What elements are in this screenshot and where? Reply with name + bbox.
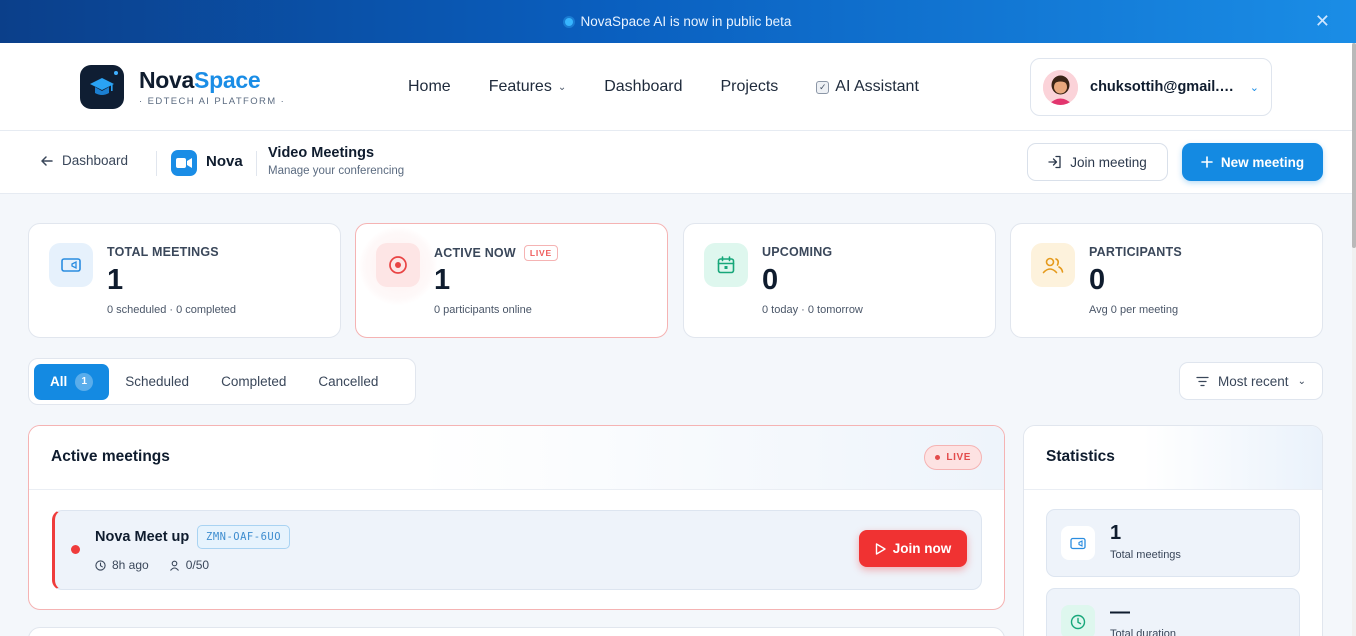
stat-value: 0: [762, 264, 779, 296]
stat-subtext: Avg 0 per meeting: [1089, 304, 1179, 316]
back-to-dashboard[interactable]: Dashboard: [40, 153, 128, 168]
banner-text: NovaSpace AI is now in public beta: [580, 14, 792, 29]
stat-value: 0: [1089, 264, 1106, 296]
graduation-cap-icon: [90, 78, 114, 95]
beta-dot-icon: [564, 17, 573, 26]
meeting-meta: 8h ago 0/50: [95, 558, 209, 572]
avatar: [1043, 69, 1078, 105]
nav-projects[interactable]: Projects: [721, 78, 779, 96]
live-dot-icon: [71, 545, 80, 554]
stat-label: Total meetings: [1110, 549, 1181, 561]
panel-title: Active meetings: [51, 448, 170, 465]
calendar-icon: [704, 243, 748, 287]
video-camera-icon: [171, 150, 197, 176]
stat-total-meetings: 1 Total meetings: [1046, 509, 1300, 577]
nav-home[interactable]: Home: [408, 78, 451, 96]
meeting-participants: 0/50: [185, 558, 210, 572]
tab-completed[interactable]: Completed: [205, 364, 302, 400]
filter-lines-icon: [1196, 376, 1209, 386]
filter-tabs: All 1 Scheduled Completed Cancelled: [28, 358, 416, 405]
meetings-list-panel: [28, 627, 1005, 636]
stat-label: ACTIVE NOW LIVE: [434, 245, 558, 261]
stat-total-duration: — Total duration: [1046, 588, 1300, 636]
join-now-button[interactable]: Join now: [859, 530, 967, 567]
play-icon: [875, 542, 886, 555]
users-icon: [1031, 243, 1075, 287]
tab-cancelled[interactable]: Cancelled: [302, 364, 394, 400]
close-icon[interactable]: ✕: [1315, 11, 1330, 32]
page-toolbar: Dashboard Nova Video Meetings Manage you…: [0, 131, 1352, 194]
app-label: Nova: [206, 153, 243, 170]
join-meeting-button[interactable]: Join meeting: [1027, 143, 1168, 181]
chevron-down-icon: ⌄: [557, 81, 567, 93]
new-meeting-button[interactable]: New meeting: [1182, 143, 1323, 181]
brand: NovaSpace · EDTECH AI PLATFORM ·: [139, 67, 285, 107]
nav-ai-assistant[interactable]: ✓ AI Assistant: [816, 78, 919, 96]
stat-value: —: [1110, 601, 1130, 623]
panel-header: Statistics: [1024, 426, 1322, 490]
sort-dropdown[interactable]: Most recent ⌄: [1179, 362, 1323, 400]
logo-spark-icon: [112, 69, 120, 77]
checkbox-icon: ✓: [816, 80, 830, 94]
stat-subtext: 0 today · 0 tomorrow: [762, 304, 863, 316]
tab-scheduled[interactable]: Scheduled: [109, 364, 205, 400]
login-icon: [1048, 155, 1061, 169]
nav-features[interactable]: Features ⌄: [489, 78, 567, 96]
stat-subtext: 0 scheduled · 0 completed: [107, 304, 237, 316]
panel-header: Active meetings LIVE: [29, 426, 1004, 490]
page-scrollbar[interactable]: [1352, 43, 1356, 636]
plus-icon: [1201, 156, 1213, 168]
stat-label: PARTICIPANTS: [1089, 245, 1182, 259]
statistics-panel: Statistics 1 Total meetings — Total dura…: [1023, 425, 1323, 636]
count-badge: 1: [75, 372, 94, 391]
page-subtitle: Manage your conferencing: [268, 165, 405, 177]
stat-label: Total duration: [1110, 628, 1177, 636]
meeting-time: 8h ago: [112, 558, 149, 572]
arrow-left-icon: [41, 155, 53, 166]
brand-tagline: · EDTECH AI PLATFORM ·: [139, 96, 286, 107]
chevron-down-icon: ⌄: [1297, 375, 1306, 387]
live-tag: LIVE: [523, 245, 558, 261]
divider: [156, 151, 157, 176]
stat-card-participants: PARTICIPANTS 0 Avg 0 per meeting: [1010, 223, 1323, 338]
tab-all[interactable]: All 1: [34, 363, 110, 400]
live-badge: LIVE: [924, 445, 982, 470]
logo[interactable]: [80, 65, 124, 109]
meeting-row[interactable]: Nova Meet up ZMN-OAF-6UO 8h ago 0/50 Joi…: [52, 510, 982, 590]
live-dot-icon: [935, 455, 941, 460]
stat-value: 1: [107, 264, 124, 296]
nav-dashboard[interactable]: Dashboard: [604, 78, 682, 96]
stat-subtext: 0 participants online: [434, 304, 532, 316]
target-icon: [376, 243, 420, 287]
panel-title: Statistics: [1046, 448, 1115, 465]
stat-card-total-meetings: TOTAL MEETINGS 1 0 scheduled · 0 complet…: [28, 223, 341, 338]
video-icon: [1061, 526, 1095, 560]
page-title: Video Meetings: [268, 145, 375, 161]
user-menu[interactable]: chuksottih@gmail.com ⌄: [1030, 58, 1272, 116]
stat-card-upcoming: UPCOMING 0 0 today · 0 tomorrow: [683, 223, 996, 338]
stat-value: 1: [434, 264, 451, 296]
main-nav: Home Features ⌄ Dashboard Projects ✓ AI As…: [408, 43, 919, 131]
chevron-down-icon: ⌄: [1249, 81, 1259, 94]
top-header: NovaSpace · EDTECH AI PLATFORM · Home Fe…: [0, 43, 1352, 131]
meeting-code[interactable]: ZMN-OAF-6UO: [197, 525, 291, 549]
clock-icon: [95, 559, 106, 571]
brand-name: NovaSpace: [139, 67, 261, 93]
stat-value: 1: [1110, 522, 1122, 544]
user-icon: [169, 560, 179, 571]
announcement-banner: NovaSpace AI is now in public beta ✕: [0, 0, 1356, 43]
stat-card-active-now: ACTIVE NOW LIVE 1 0 participants online: [355, 223, 668, 338]
meeting-name: Nova Meet up: [95, 529, 190, 545]
active-meetings-panel: Active meetings LIVE Nova Meet up ZMN-OA…: [28, 425, 1005, 610]
user-email: chuksottih@gmail.com: [1090, 79, 1238, 95]
stat-label: TOTAL MEETINGS: [107, 245, 219, 259]
video-icon: [49, 243, 93, 287]
divider: [256, 151, 257, 176]
stat-label: UPCOMING: [762, 245, 833, 259]
clock-icon: [1061, 605, 1095, 636]
scrollbar-thumb[interactable]: [1352, 43, 1356, 248]
